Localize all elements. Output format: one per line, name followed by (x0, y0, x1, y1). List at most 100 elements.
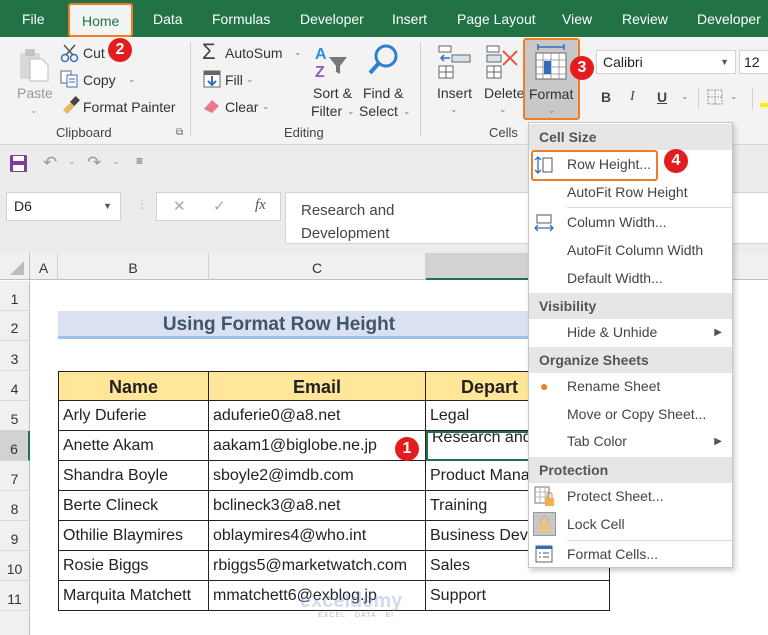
row-header-8[interactable]: 8 (0, 491, 30, 521)
tab-developer-2[interactable]: Developer (697, 0, 761, 37)
clear-button[interactable]: Clear (225, 99, 258, 115)
undo-caret-icon[interactable]: ⌄ (68, 156, 76, 167)
font-size-select[interactable]: 12 (739, 50, 768, 74)
header-name[interactable]: Name (58, 371, 209, 401)
fill-button[interactable]: Fill (225, 72, 243, 88)
copy-caret-icon[interactable]: ⌄ (128, 74, 136, 85)
cut-icon (60, 43, 80, 68)
menu-item-hide-unhide[interactable]: Hide & Unhide ▶ (529, 319, 732, 346)
autosum-caret-icon[interactable]: ⌄ (294, 47, 302, 58)
column-header-a[interactable]: A (30, 253, 58, 280)
clipboard-launcher-icon[interactable]: ⧉ (176, 127, 183, 138)
menu-item-default-width[interactable]: Default Width... (529, 265, 732, 292)
tab-home[interactable]: Home (68, 3, 134, 37)
borders-icon[interactable] (707, 89, 723, 110)
cancel-icon[interactable]: ✕ (173, 197, 186, 215)
table-cell[interactable]: Arly Duferie (58, 401, 209, 431)
redo-caret-icon[interactable]: ⌄ (112, 156, 120, 167)
undo-icon[interactable]: ↶ (43, 153, 57, 173)
customize-qat-icon[interactable]: ≡ (136, 154, 143, 168)
format-cells-button[interactable]: Format ⌄ (523, 38, 580, 120)
tab-formulas[interactable]: Formulas (212, 0, 270, 37)
enter-check-icon[interactable]: ✓ (213, 197, 226, 215)
insert-cells-icon (438, 45, 472, 84)
tab-review[interactable]: Review (622, 0, 668, 37)
clear-caret-icon[interactable]: ⌄ (262, 101, 270, 112)
row-header-3[interactable]: 3 (0, 341, 30, 371)
underline-button[interactable]: U (657, 89, 667, 105)
row-header-4[interactable]: 4 (0, 371, 30, 401)
fill-caret-icon[interactable]: ⌄ (246, 74, 254, 85)
row-header-1[interactable]: 1 (0, 281, 30, 311)
tab-file[interactable]: File (22, 0, 45, 37)
insert-cells-button[interactable]: Insert (437, 85, 472, 101)
fill-color-icon[interactable] (760, 103, 768, 107)
menu-section-visibility: Visibility (529, 293, 732, 319)
save-icon[interactable] (10, 155, 27, 172)
row-header-2[interactable]: 2 (0, 311, 30, 341)
find-select-caret-icon[interactable]: ⌄ (403, 106, 411, 117)
borders-caret-icon[interactable]: ⌄ (730, 91, 738, 102)
menu-item-rename-sheet[interactable]: ● Rename Sheet (529, 373, 732, 400)
table-cell[interactable]: Shandra Boyle (58, 461, 209, 491)
font-name-select[interactable]: Calibri ▼ (596, 50, 736, 74)
header-email[interactable]: Email (209, 371, 426, 401)
table-cell[interactable]: Berte Clineck (58, 491, 209, 521)
table-cell[interactable]: oblaymires4@who.int (209, 521, 426, 551)
tab-data[interactable]: Data (153, 0, 183, 37)
table-cell[interactable]: bclineck3@a8.net (209, 491, 426, 521)
formula-bar-grip-icon: ⋮ (136, 197, 148, 211)
row-header-7[interactable]: 7 (0, 461, 30, 491)
italic-button[interactable]: I (630, 89, 635, 105)
table-cell[interactable]: aakam1@biglobe.ne.jp (209, 431, 426, 461)
step-badge-1: 1 (395, 437, 419, 461)
table-cell[interactable]: rbiggs5@marketwatch.com (209, 551, 426, 581)
table-cell[interactable]: Rosie Biggs (58, 551, 209, 581)
row-header-10[interactable]: 10 (0, 551, 30, 581)
delete-cells-button[interactable]: Delete (484, 85, 524, 101)
row-header-11[interactable]: 11 (0, 581, 30, 611)
autosum-button[interactable]: AutoSum (225, 45, 283, 61)
find-select-label-1[interactable]: Find & (363, 85, 403, 101)
sort-filter-label-1[interactable]: Sort & (313, 85, 352, 101)
sort-filter-label-2[interactable]: Filter (311, 103, 342, 119)
table-cell[interactable]: sboyle2@imdb.com (209, 461, 426, 491)
redo-icon[interactable]: ↷ (87, 153, 101, 173)
menu-item-move-copy-sheet[interactable]: Move or Copy Sheet... (529, 401, 732, 428)
tab-insert[interactable]: Insert (392, 0, 427, 37)
row-header-6[interactable]: 6 (0, 431, 30, 461)
cut-button[interactable]: Cut (83, 45, 105, 61)
tab-developer[interactable]: Developer (300, 0, 364, 37)
format-painter-button[interactable]: Format Painter (83, 99, 176, 115)
menu-item-column-width[interactable]: Column Width... (529, 209, 732, 236)
select-all-button[interactable] (0, 253, 30, 280)
menu-item-format-cells[interactable]: Format Cells... (529, 541, 732, 568)
menu-item-lock-cell[interactable]: Lock Cell (529, 511, 732, 538)
find-select-label-2[interactable]: Select (359, 103, 398, 119)
paste-button[interactable] (18, 47, 50, 83)
menu-item-protect-sheet[interactable]: Protect Sheet... (529, 483, 732, 510)
table-cell[interactable]: aduferie0@a8.net (209, 401, 426, 431)
table-cell[interactable]: Anette Akam (58, 431, 209, 461)
table-cell[interactable]: Support (426, 581, 610, 611)
copy-button[interactable]: Copy (83, 72, 116, 88)
sort-filter-caret-icon[interactable]: ⌄ (347, 106, 355, 117)
paste-caret-icon: ⌄ (30, 105, 38, 115)
column-header-b[interactable]: B (58, 253, 209, 280)
menu-item-autofit-column-width[interactable]: AutoFit Column Width (529, 237, 732, 264)
menu-item-autofit-row-height[interactable]: AutoFit Row Height (529, 179, 732, 206)
delete-caret-icon[interactable]: ⌄ (499, 104, 507, 115)
column-header-c[interactable]: C (209, 253, 426, 280)
row-header-9[interactable]: 9 (0, 521, 30, 551)
insert-function-icon[interactable]: fx (255, 197, 266, 214)
tab-view[interactable]: View (562, 0, 592, 37)
tab-page-layout[interactable]: Page Layout (457, 0, 536, 37)
menu-item-tab-color[interactable]: Tab Color ▶ (529, 428, 732, 455)
underline-caret-icon[interactable]: ⌄ (681, 91, 689, 102)
bold-button[interactable]: B (601, 89, 611, 105)
table-cell[interactable]: Othilie Blaymires (58, 521, 209, 551)
name-box[interactable]: D6 ▼ (6, 192, 121, 221)
row-header-5[interactable]: 5 (0, 401, 30, 431)
insert-caret-icon[interactable]: ⌄ (450, 104, 458, 115)
table-cell[interactable]: Marquita Matchett (58, 581, 209, 611)
